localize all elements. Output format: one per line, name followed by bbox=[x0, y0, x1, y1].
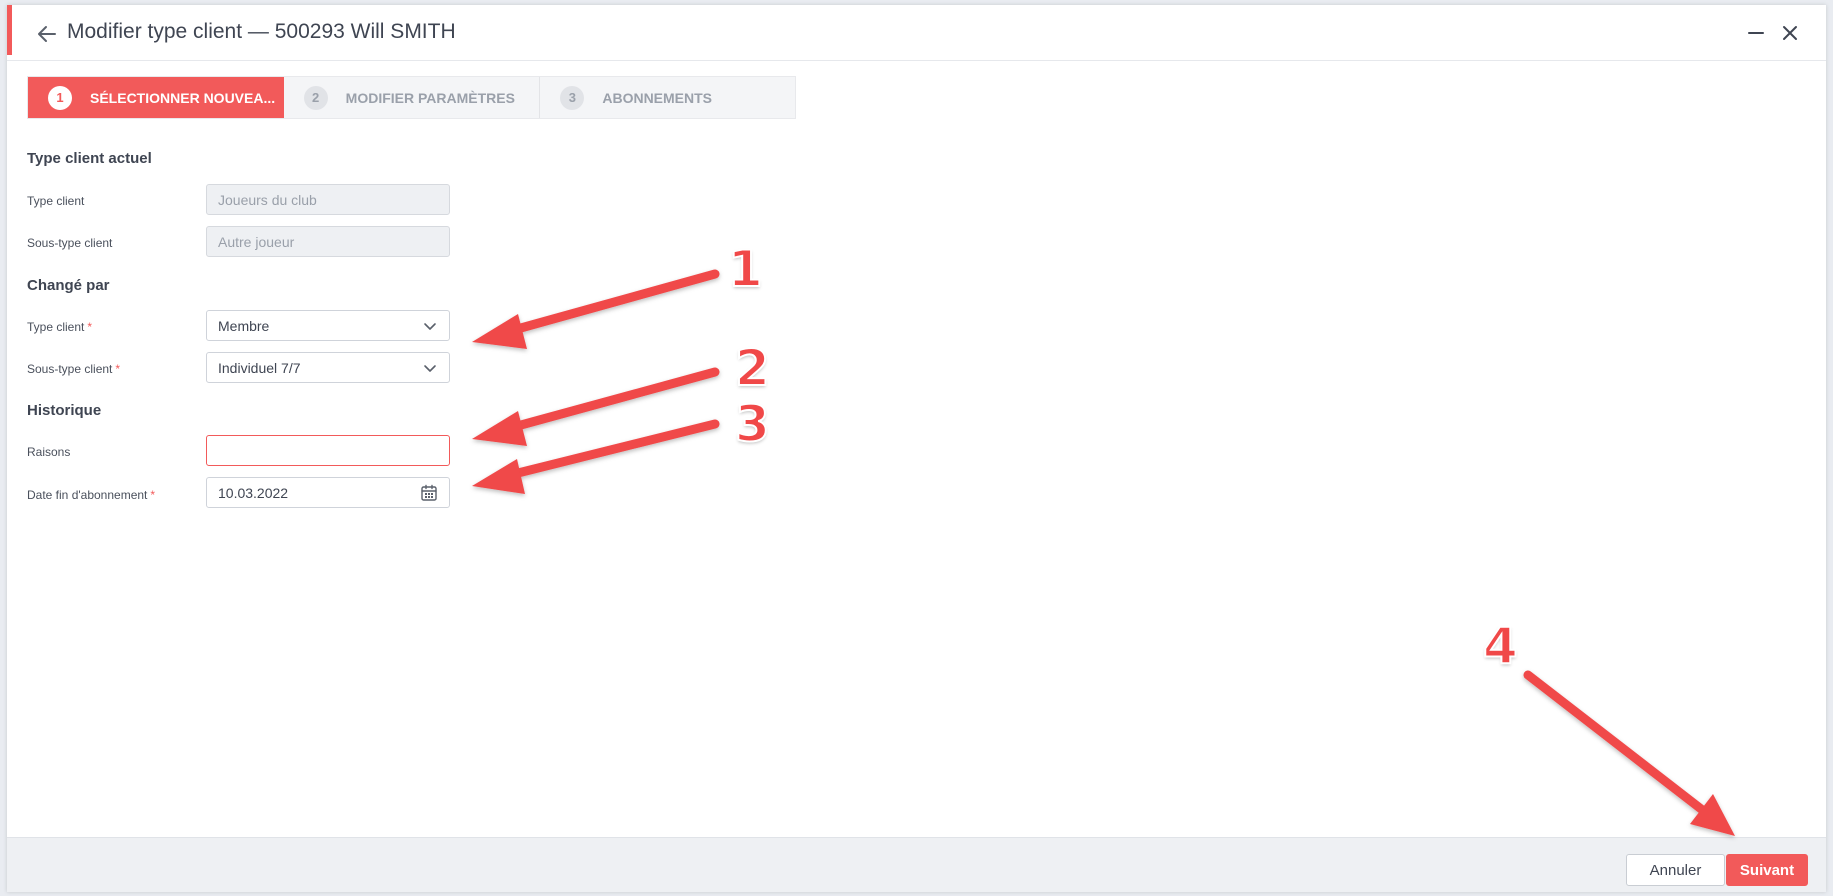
new-type-select[interactable]: Membre bbox=[206, 310, 450, 341]
calendar-icon[interactable] bbox=[420, 484, 438, 502]
arrow-left-icon[interactable] bbox=[35, 22, 59, 46]
reasons-label: Raisons bbox=[27, 445, 71, 459]
step-number: 1 bbox=[48, 85, 72, 110]
annotation-number: 4 bbox=[1482, 616, 1519, 676]
current-type-value: Joueurs du club bbox=[218, 191, 317, 208]
step-select-new[interactable]: 1 SÉLECTIONNER NOUVEA... bbox=[28, 77, 284, 118]
dialog-header: Modifier type client — 500293 Will SMITH bbox=[7, 5, 1826, 61]
step-label: SÉLECTIONNER NOUVEA... bbox=[90, 89, 276, 106]
required-mark: * bbox=[150, 488, 156, 502]
chevron-down-icon bbox=[424, 322, 436, 330]
annotation-number: 2 bbox=[734, 338, 771, 398]
new-type-label-text: Type client bbox=[27, 320, 85, 334]
current-type-field: Joueurs du club bbox=[206, 184, 450, 215]
step-number: 3 bbox=[560, 85, 585, 110]
required-mark: * bbox=[87, 320, 93, 334]
step-label: MODIFIER PARAMÈTRES bbox=[345, 89, 515, 106]
new-type-value: Membre bbox=[218, 317, 270, 334]
section-history: Historique bbox=[27, 402, 102, 419]
change-client-type-dialog: Modifier type client — 500293 Will SMITH… bbox=[7, 5, 1826, 892]
minimize-icon[interactable] bbox=[1744, 21, 1768, 45]
reasons-input[interactable] bbox=[206, 435, 450, 466]
step-label: ABONNEMENTS bbox=[602, 89, 713, 106]
step-modify-parameters[interactable]: 2 MODIFIER PARAMÈTRES bbox=[284, 77, 541, 118]
current-type-label: Type client bbox=[27, 194, 85, 208]
cancel-button[interactable]: Annuler bbox=[1626, 854, 1725, 886]
new-subtype-label-text: Sous-type client bbox=[27, 362, 113, 376]
step-subscriptions[interactable]: 3 ABONNEMENTS bbox=[540, 77, 795, 118]
end-date-label: Date fin d'abonnement * bbox=[27, 488, 155, 502]
current-subtype-field: Autre joueur bbox=[206, 226, 450, 257]
end-date-value: 10.03.2022 bbox=[218, 484, 289, 501]
required-mark: * bbox=[115, 362, 121, 376]
new-type-label: Type client * bbox=[27, 320, 92, 334]
section-changed-by: Changé par bbox=[27, 277, 110, 294]
close-icon[interactable] bbox=[1778, 21, 1802, 45]
step-number: 2 bbox=[303, 85, 328, 110]
new-subtype-label: Sous-type client * bbox=[27, 362, 120, 376]
new-subtype-value: Individuel 7/7 bbox=[218, 359, 301, 376]
next-button[interactable]: Suivant bbox=[1726, 854, 1808, 886]
current-subtype-label: Sous-type client bbox=[27, 236, 113, 250]
section-current-type: Type client actuel bbox=[27, 150, 152, 167]
current-subtype-value: Autre joueur bbox=[218, 233, 295, 250]
dialog-footer: Annuler Suivant bbox=[7, 837, 1826, 892]
dialog-title: Modifier type client — 500293 Will SMITH bbox=[67, 20, 456, 43]
annotation-number: 3 bbox=[734, 394, 771, 454]
new-subtype-select[interactable]: Individuel 7/7 bbox=[206, 352, 450, 383]
end-date-input[interactable]: 10.03.2022 bbox=[206, 477, 450, 508]
annotation-number: 1 bbox=[727, 239, 764, 299]
chevron-down-icon bbox=[424, 364, 436, 372]
end-date-label-text: Date fin d'abonnement bbox=[27, 488, 148, 502]
wizard-stepper: 1 SÉLECTIONNER NOUVEA... 2 MODIFIER PARA… bbox=[27, 76, 796, 119]
